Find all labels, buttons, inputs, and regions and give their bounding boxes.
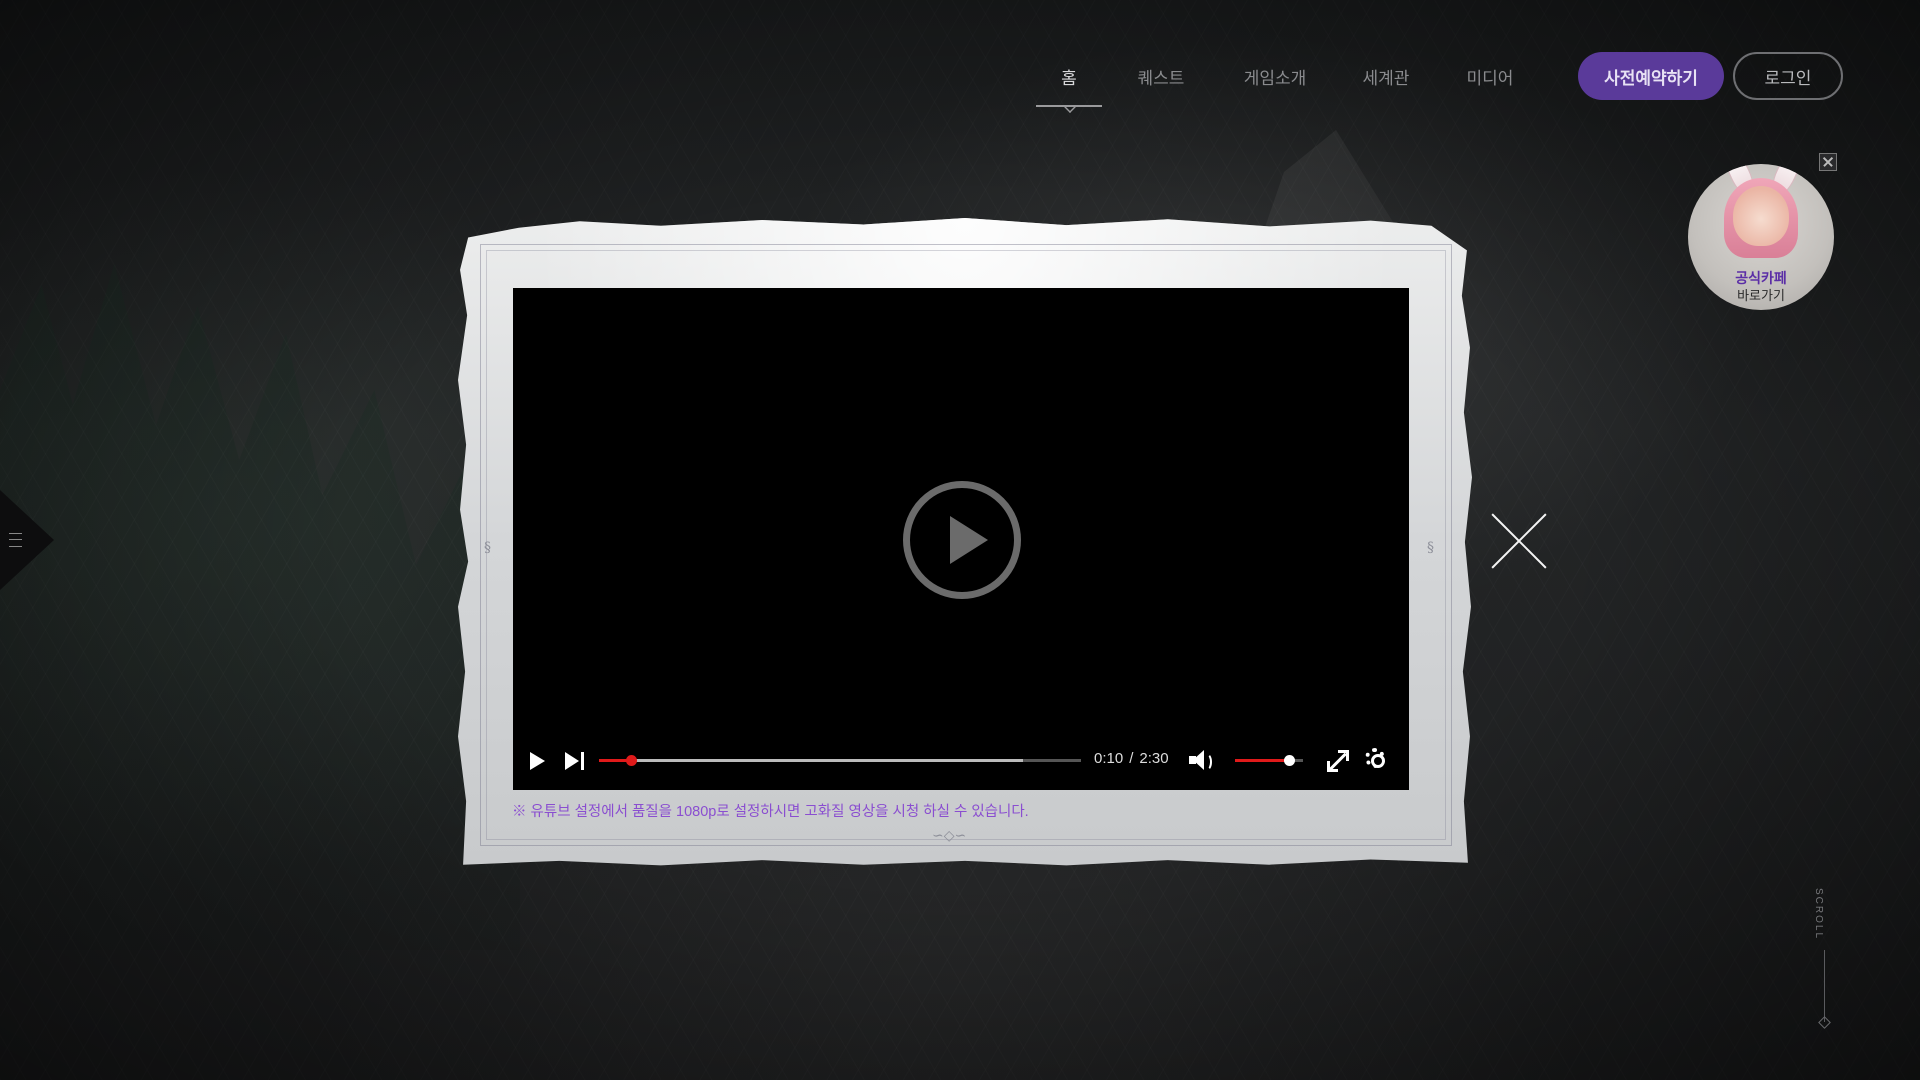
character-face — [1733, 186, 1789, 246]
video-controls: 0:10 / 2:30 — [513, 730, 1409, 790]
progress-buffered — [599, 759, 1024, 762]
frame-ornament-bottom-icon: ∽◇∽ — [932, 828, 967, 844]
duration: 2:30 — [1139, 750, 1169, 767]
close-popup-icon[interactable] — [1488, 510, 1550, 572]
frame-ornament-left-icon: § — [484, 540, 491, 556]
volume-icon[interactable] — [1189, 749, 1215, 771]
login-button[interactable]: 로그인 — [1733, 52, 1843, 100]
time-separator: / — [1129, 750, 1134, 767]
nav-item-label: 세계관 — [1362, 69, 1410, 88]
nav-item-worldview[interactable]: 세계관 — [1360, 52, 1412, 101]
volume-slider[interactable] — [1235, 755, 1303, 766]
main-nav: 홈 퀘스트 게임소개 세계관 미디어 — [1036, 52, 1516, 113]
progress-scrubber-handle[interactable] — [626, 755, 638, 766]
progress-bar[interactable] — [599, 755, 1081, 766]
video-player[interactable]: 0:10 / 2:30 — [513, 288, 1409, 790]
hamburger-menu-icon[interactable] — [9, 533, 22, 547]
current-time: 0:10 — [1094, 750, 1124, 767]
play-icon[interactable] — [530, 752, 545, 770]
nav-item-quest[interactable]: 퀘스트 — [1134, 52, 1188, 101]
quality-notice: ※ 유튜브 설정에서 품질을 1080p로 설정하시면 고화질 영상을 시청 하… — [512, 804, 1029, 820]
pre-registration-button[interactable]: 사전예약하기 — [1578, 52, 1724, 100]
volume-level — [1235, 759, 1290, 762]
official-cafe-badge[interactable]: 공식카페 바로가기 — [1688, 164, 1834, 310]
nav-item-label: 홈 — [1061, 69, 1077, 88]
nav-item-label: 퀘스트 — [1137, 69, 1185, 88]
scroll-indicator-label: SCROLL — [1813, 888, 1824, 941]
cafe-badge-close-icon[interactable] — [1819, 153, 1837, 171]
cafe-badge-subtitle: 바로가기 — [1737, 288, 1785, 303]
nav-item-media[interactable]: 미디어 — [1464, 52, 1516, 101]
time-display: 0:10 / 2:30 — [1094, 750, 1169, 767]
nav-item-home[interactable]: 홈 — [1036, 52, 1102, 113]
settings-gear-icon[interactable] — [1365, 748, 1385, 768]
next-track-icon[interactable] — [565, 752, 587, 770]
nav-item-game-intro[interactable]: 게임소개 — [1240, 52, 1310, 101]
volume-slider-handle[interactable] — [1284, 755, 1296, 766]
big-play-icon[interactable] — [903, 481, 1021, 599]
frame-ornament-right-icon: § — [1427, 540, 1434, 556]
scroll-indicator-line — [1824, 950, 1825, 1022]
fullscreen-icon[interactable] — [1327, 750, 1349, 772]
nav-item-label: 미디어 — [1466, 69, 1514, 88]
nav-item-label: 게임소개 — [1243, 69, 1307, 88]
